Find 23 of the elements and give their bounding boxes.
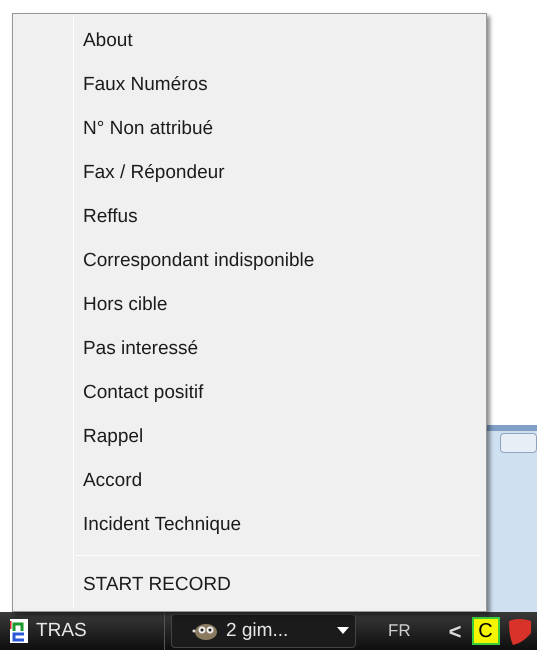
menu-item[interactable]: Incident Technique	[13, 503, 486, 547]
taskbar-group-button[interactable]: 2 gim...	[171, 614, 356, 648]
menu-item[interactable]: Contact positif	[13, 371, 486, 415]
language-indicator[interactable]: FR	[388, 618, 411, 644]
tray-app-icon[interactable]: C	[472, 617, 500, 645]
app-icon[interactable]	[10, 619, 28, 643]
menu-item[interactable]: START RECORD	[13, 563, 486, 607]
show-hidden-icons-button[interactable]: <	[448, 614, 462, 648]
menu-item[interactable]: Rappel	[13, 415, 486, 459]
shield-icon[interactable]	[506, 617, 531, 645]
menu-item[interactable]: About	[13, 19, 486, 63]
menu-item[interactable]: Faux Numéros	[13, 63, 486, 107]
menu-item[interactable]: Reffus	[13, 195, 486, 239]
scrollbar[interactable]	[500, 433, 537, 453]
dropdown-arrow-icon	[337, 627, 349, 635]
menu-item[interactable]: Hors cible	[13, 283, 486, 327]
menu-item[interactable]: Accord	[13, 459, 486, 503]
mascot-icon	[192, 621, 218, 641]
menu-item[interactable]: Correspondant indisponible	[13, 239, 486, 283]
menu-item[interactable]: N° Non attribué	[13, 107, 486, 151]
menu-item[interactable]: Fax / Répondeur	[13, 151, 486, 195]
menu-item[interactable]: Pas interessé	[13, 327, 486, 371]
taskbar-app-label[interactable]: TRAS	[36, 616, 87, 646]
